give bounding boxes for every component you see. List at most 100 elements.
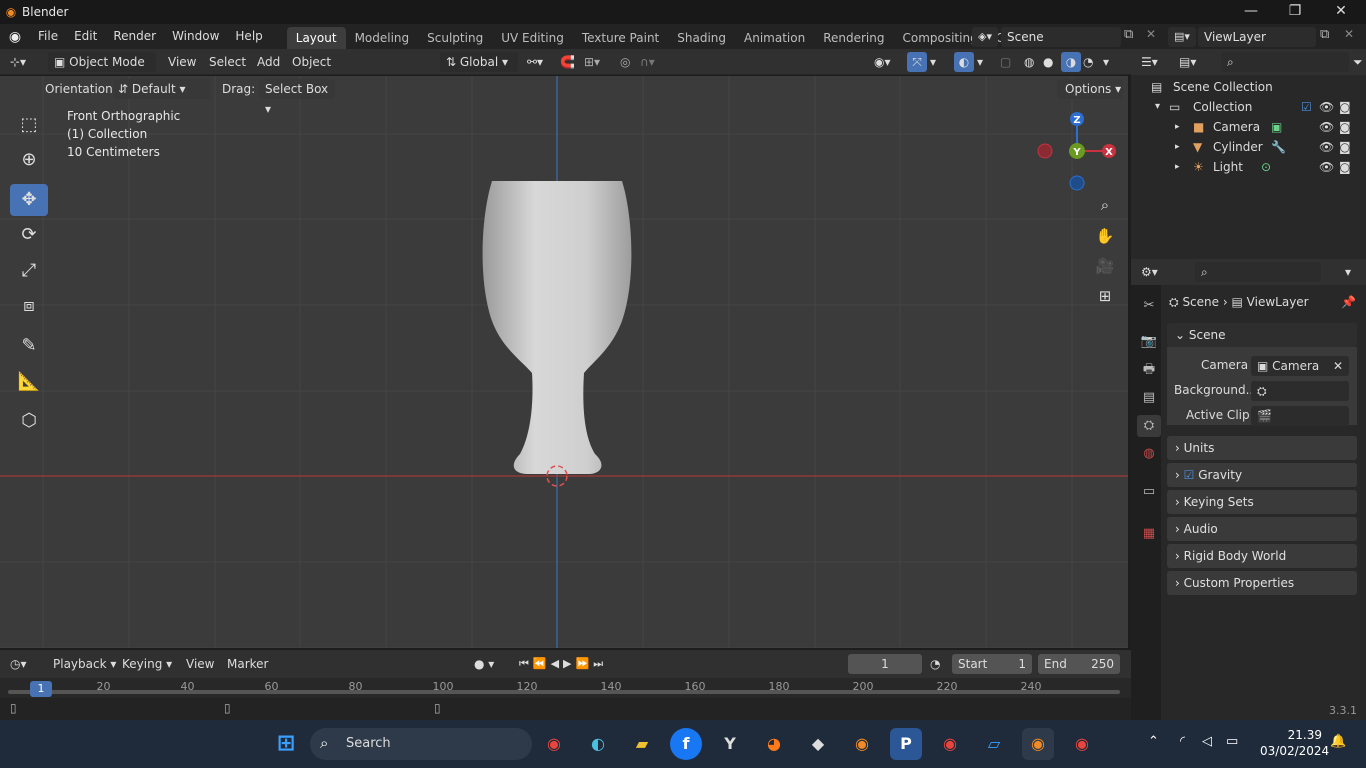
menu-file[interactable]: File — [30, 24, 66, 49]
solid-shading-icon[interactable]: ● — [1043, 52, 1053, 72]
scale-tool-icon[interactable]: ⤢ — [10, 255, 48, 287]
blender-menu-icon[interactable]: ◉ — [0, 29, 30, 45]
volume-icon[interactable]: ◁ — [1202, 734, 1212, 749]
remove-viewlayer-icon[interactable]: ✕ — [1344, 27, 1354, 41]
camera-data-icon[interactable]: ▣ — [1271, 117, 1282, 137]
snap-target-icon[interactable]: ⊞▾ — [584, 52, 612, 72]
xray-icon[interactable]: ▢ — [1000, 52, 1011, 72]
scene-browse-icon[interactable]: ◈▾ — [972, 27, 998, 47]
menu-edit[interactable]: Edit — [66, 24, 105, 49]
transform-tool-icon[interactable]: ⧈ — [10, 290, 48, 322]
measure-tool-icon[interactable]: 📐 — [10, 366, 48, 398]
facebook-icon[interactable]: f — [670, 728, 702, 760]
wireframe-shading-icon[interactable]: ◍ — [1024, 52, 1034, 72]
camera-field[interactable]: ▣ Camera ✕ — [1251, 356, 1349, 376]
view-layer-tab-icon[interactable]: ▤ — [1137, 387, 1161, 409]
scene-panel-header[interactable]: ⌄ Scene — [1167, 323, 1357, 347]
transform-orientation-dropdown[interactable]: ⇅ Global ▾ — [440, 52, 518, 72]
add-cube-tool-icon[interactable]: ⬡ — [10, 405, 48, 437]
world-tab-icon[interactable]: ◍ — [1137, 443, 1161, 465]
scene-name-field[interactable]: Scene — [1001, 27, 1121, 47]
battery-icon[interactable]: ▭ — [1226, 734, 1238, 749]
select-box-tool-icon[interactable]: ⬚ — [10, 109, 48, 141]
end-frame-field[interactable]: End 250 — [1038, 654, 1120, 674]
wifi-icon[interactable]: ◜ — [1180, 734, 1185, 749]
frame-ruler[interactable]: 20 40 60 80 100 120 140 160 180 200 220 240 — [0, 680, 1131, 698]
close-button[interactable]: ✕ — [1318, 0, 1364, 24]
render-camera-icon[interactable]: ◙ — [1339, 117, 1351, 137]
tab-uv-editing[interactable]: UV Editing — [492, 27, 573, 49]
playhead[interactable]: 1 — [30, 681, 52, 697]
minimize-button[interactable]: — — [1228, 0, 1274, 24]
outliner-item-light[interactable]: ▸ ☀ Light ⊙ 👁 ◙ — [1131, 157, 1366, 177]
playback-menu[interactable]: Playback ▾ — [53, 654, 116, 674]
app-cube-icon[interactable]: ◆ — [802, 728, 834, 760]
outliner-editor-icon[interactable]: ☰▾ — [1141, 52, 1158, 72]
yahoo-app-icon[interactable]: Y — [714, 728, 746, 760]
scene-tab-icon[interactable]: ⛭ — [1137, 415, 1161, 437]
camera-view-icon[interactable]: 🎥 — [1093, 254, 1117, 278]
menu-render[interactable]: Render — [105, 24, 164, 49]
eye-icon[interactable]: 👁 — [1319, 137, 1334, 157]
store-icon[interactable]: ▱ — [978, 728, 1010, 760]
start-button-icon[interactable]: ⊞ — [270, 728, 302, 760]
render-camera-icon[interactable]: ◙ — [1339, 157, 1351, 177]
expand-arrow-icon[interactable]: ▸ — [1175, 137, 1180, 157]
chrome-profile2-icon[interactable]: ◉ — [1066, 728, 1098, 760]
falloff-icon[interactable]: ∩▾ — [640, 52, 668, 72]
object-menu[interactable]: Object — [292, 52, 331, 72]
mode-dropdown[interactable]: ▣ Object Mode ▾ — [48, 52, 156, 89]
goblet-mesh[interactable] — [482, 181, 632, 474]
gravity-panel[interactable]: › ☑ Gravity — [1167, 463, 1357, 487]
new-viewlayer-icon[interactable]: ⧉ — [1320, 27, 1329, 42]
audio-panel[interactable]: › Audio — [1167, 517, 1357, 541]
pan-hand-icon[interactable]: ✋ — [1093, 224, 1117, 248]
modifier-wrench-icon[interactable]: 🔧 — [1271, 137, 1286, 157]
rigid-body-world-panel[interactable]: › Rigid Body World — [1167, 544, 1357, 568]
clock-date[interactable]: 03/02/2024 — [1260, 744, 1329, 758]
zoom-icon[interactable]: ⌕ — [1093, 193, 1117, 217]
blender-active-icon[interactable]: ◉ — [1022, 728, 1054, 760]
timeline-editor-icon[interactable]: ◷▾ — [10, 654, 27, 674]
edge-icon[interactable]: ◐ — [582, 728, 614, 760]
chrome-profile-icon[interactable]: ◉ — [934, 728, 966, 760]
file-explorer-icon[interactable]: ▰ — [626, 728, 658, 760]
keying-menu[interactable]: Keying ▾ — [122, 654, 172, 674]
tab-layout[interactable]: Layout — [286, 27, 346, 49]
properties-search-input[interactable]: ⌕ — [1195, 262, 1321, 282]
navigation-gizmo[interactable]: Z X Y — [1030, 104, 1128, 204]
pivot-point-icon[interactable]: ⚯▾ — [527, 52, 555, 72]
gizmo-toggle-icon[interactable]: ⤧ — [907, 52, 927, 72]
ortho-grid-icon[interactable]: ⊞ — [1093, 284, 1117, 308]
custom-properties-panel[interactable]: › Custom Properties — [1167, 571, 1357, 595]
outliner-item-cylinder[interactable]: ▸ ▼ Cylinder 🔧 👁 ◙ — [1131, 137, 1366, 157]
tab-shading[interactable]: Shading — [668, 27, 735, 49]
collection-checkbox-icon[interactable]: ☑ — [1301, 97, 1312, 117]
3d-viewport[interactable]: ⬚ ⊕ ✥ ⟳ ⤢ ⧈ ✎ 📐 ⬡ Front Orthographic (1)… — [0, 76, 1128, 648]
snap-icon[interactable]: 🧲 — [560, 52, 582, 72]
tab-sculpting[interactable]: Sculpting — [418, 27, 492, 49]
outliner-item-camera[interactable]: ▸ ■ Camera ▣ 👁 ◙ — [1131, 117, 1366, 137]
taskbar-search-box[interactable]: ⌕ Search — [310, 728, 532, 760]
select-menu[interactable]: Select — [209, 52, 246, 72]
timeline-scrollbar[interactable] — [8, 690, 1120, 694]
output-tab-icon[interactable]: 🖶 — [1137, 359, 1161, 381]
menu-window[interactable]: Window — [164, 24, 227, 49]
material-shading-icon[interactable]: ◑ — [1061, 52, 1081, 72]
render-camera-icon[interactable]: ◙ — [1339, 137, 1351, 157]
autokey-icon[interactable]: ● ▾ — [474, 654, 494, 674]
drag-dropdown[interactable]: Select Box ▾ — [259, 79, 335, 116]
proportional-edit-icon[interactable]: ◎ — [620, 52, 636, 72]
overlay-dropdown-icon[interactable]: ▾ — [977, 52, 983, 72]
chrome-icon[interactable]: ◉ — [538, 728, 570, 760]
active-clip-field[interactable]: 🎬 — [1251, 406, 1349, 426]
visibility-icon[interactable]: ◉▾ — [874, 52, 902, 72]
menu-help[interactable]: Help — [227, 24, 270, 49]
texture-tab-icon[interactable]: ▦ — [1137, 523, 1161, 545]
collection-row[interactable]: ▾ ▭ Collection ☑ 👁 ◙ — [1131, 97, 1366, 117]
options-dropdown[interactable]: Options ▾ — [1057, 79, 1123, 99]
collapse-arrow-icon[interactable]: ▾ — [1155, 97, 1160, 117]
preview-range-icon[interactable]: ◔ — [930, 654, 940, 674]
cursor-tool-icon[interactable]: ⊕ — [10, 144, 48, 176]
view-menu[interactable]: View — [168, 52, 196, 72]
